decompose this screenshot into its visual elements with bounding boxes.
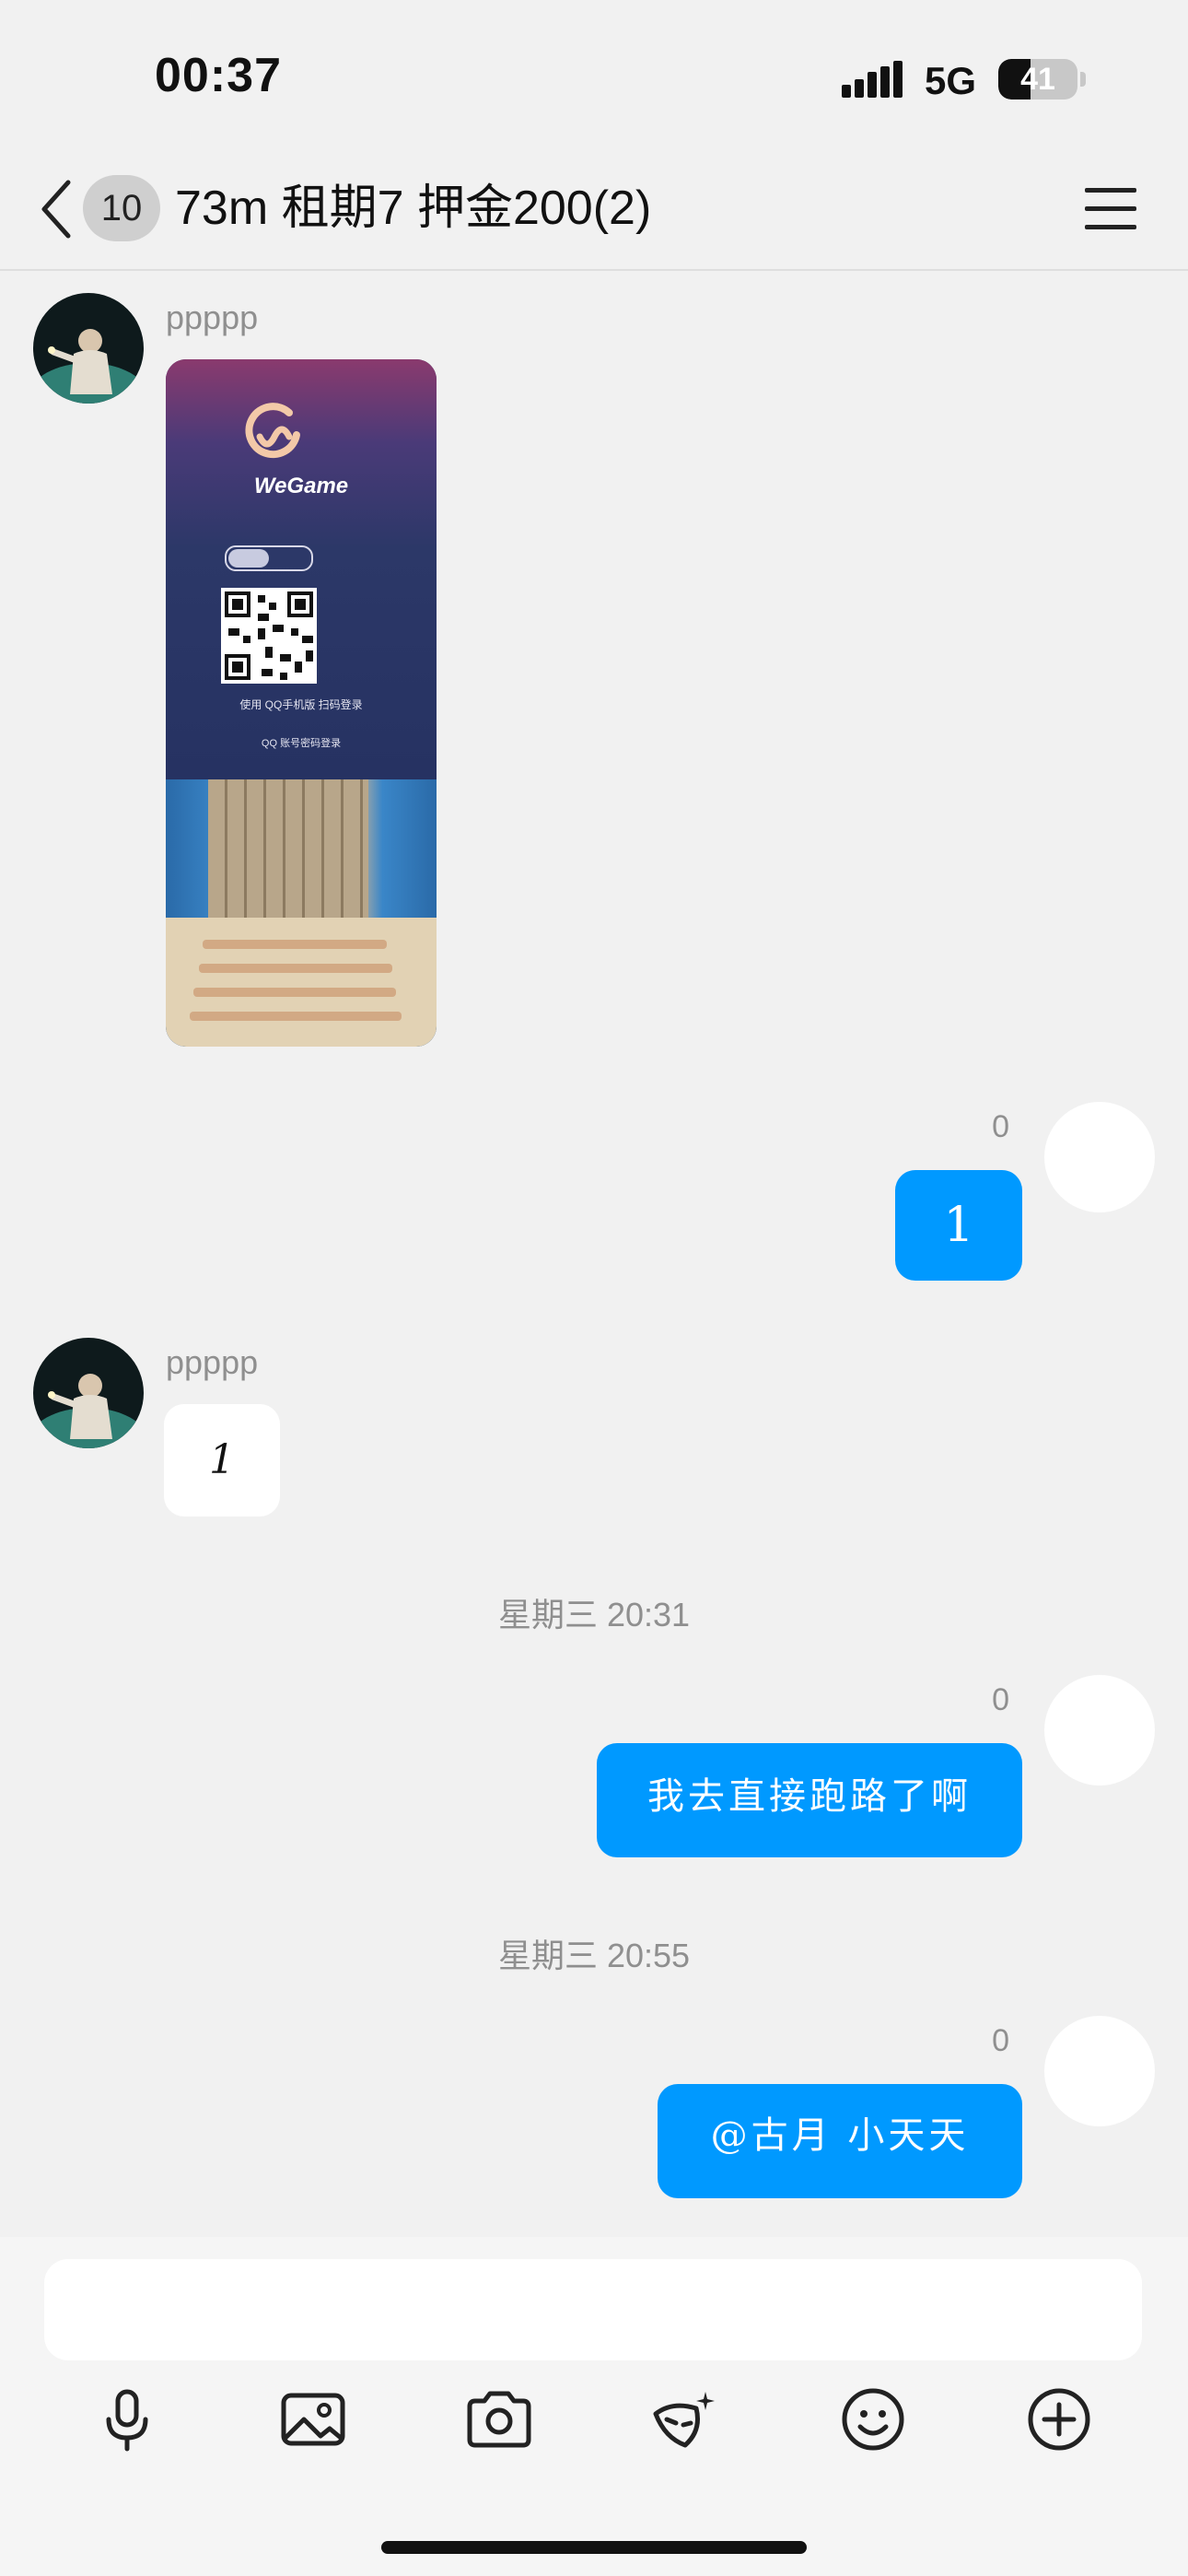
wooden-door	[208, 779, 368, 918]
message-bubble-other[interactable]: 1	[164, 1404, 280, 1516]
avatar-image	[33, 1338, 144, 1448]
read-count: 0	[992, 1109, 1009, 1144]
self-avatar[interactable]	[1044, 2016, 1155, 2126]
message-timestamp: 星期三 20:31	[497, 1596, 691, 1633]
status-time: 00:37	[155, 49, 282, 102]
alt-login-text: QQ 账号密码登录	[261, 738, 342, 749]
message-bubble-self[interactable]: @古月 小天天	[658, 2084, 1022, 2198]
qr-caption: 使用 QQ手机版 扫码登录	[239, 698, 363, 711]
signal-strength-icon	[842, 61, 903, 98]
home-indicator	[381, 2541, 807, 2554]
image-icon[interactable]	[276, 2383, 350, 2456]
self-avatar[interactable]	[1044, 1675, 1155, 1786]
message-timestamp: 星期三 20:55	[497, 1937, 691, 1974]
battery-icon: 41	[998, 59, 1077, 100]
read-count: 0	[992, 1682, 1009, 1717]
sender-avatar[interactable]	[33, 1338, 144, 1448]
message-bubble-self[interactable]: 我去直接跑路了啊	[597, 1743, 1022, 1857]
read-count: 0	[992, 2023, 1009, 2058]
microphone-icon[interactable]	[90, 2383, 164, 2456]
battery-percent: 41	[1020, 62, 1055, 97]
camera-icon[interactable]	[462, 2383, 536, 2456]
unread-count-badge[interactable]: 10	[83, 175, 160, 241]
network-type: 5G	[925, 59, 977, 102]
login-toggle	[225, 545, 313, 571]
qr-code-icon	[221, 588, 317, 684]
chat-title[interactable]: 73m 租期7 押金200(2)	[175, 179, 651, 238]
back-chevron-icon[interactable]	[35, 177, 81, 241]
emoji-icon[interactable]	[836, 2383, 910, 2456]
sender-name: ppppp	[166, 1343, 259, 1381]
menu-icon[interactable]	[1085, 188, 1136, 230]
battery-cap	[1080, 72, 1086, 87]
avatar-image	[33, 293, 144, 404]
message-bubble-self[interactable]: 1	[895, 1170, 1022, 1281]
image-message[interactable]: WeGame 使用 QQ手机版 扫码登录 QQ 账号密码登录	[166, 359, 437, 1047]
mask-effect-icon[interactable]	[648, 2383, 722, 2456]
image-bottom-section	[166, 779, 437, 1047]
sender-avatar[interactable]	[33, 293, 144, 404]
wegame-logo-icon	[245, 403, 300, 459]
sender-name: ppppp	[166, 299, 259, 336]
self-avatar[interactable]	[1044, 1102, 1155, 1212]
sand-floor	[166, 918, 437, 1047]
plus-icon[interactable]	[1022, 2383, 1096, 2456]
wegame-brand: WeGame	[253, 474, 349, 498]
image-top-section: WeGame 使用 QQ手机版 扫码登录 QQ 账号密码登录	[166, 359, 437, 779]
message-input[interactable]	[44, 2259, 1142, 2360]
